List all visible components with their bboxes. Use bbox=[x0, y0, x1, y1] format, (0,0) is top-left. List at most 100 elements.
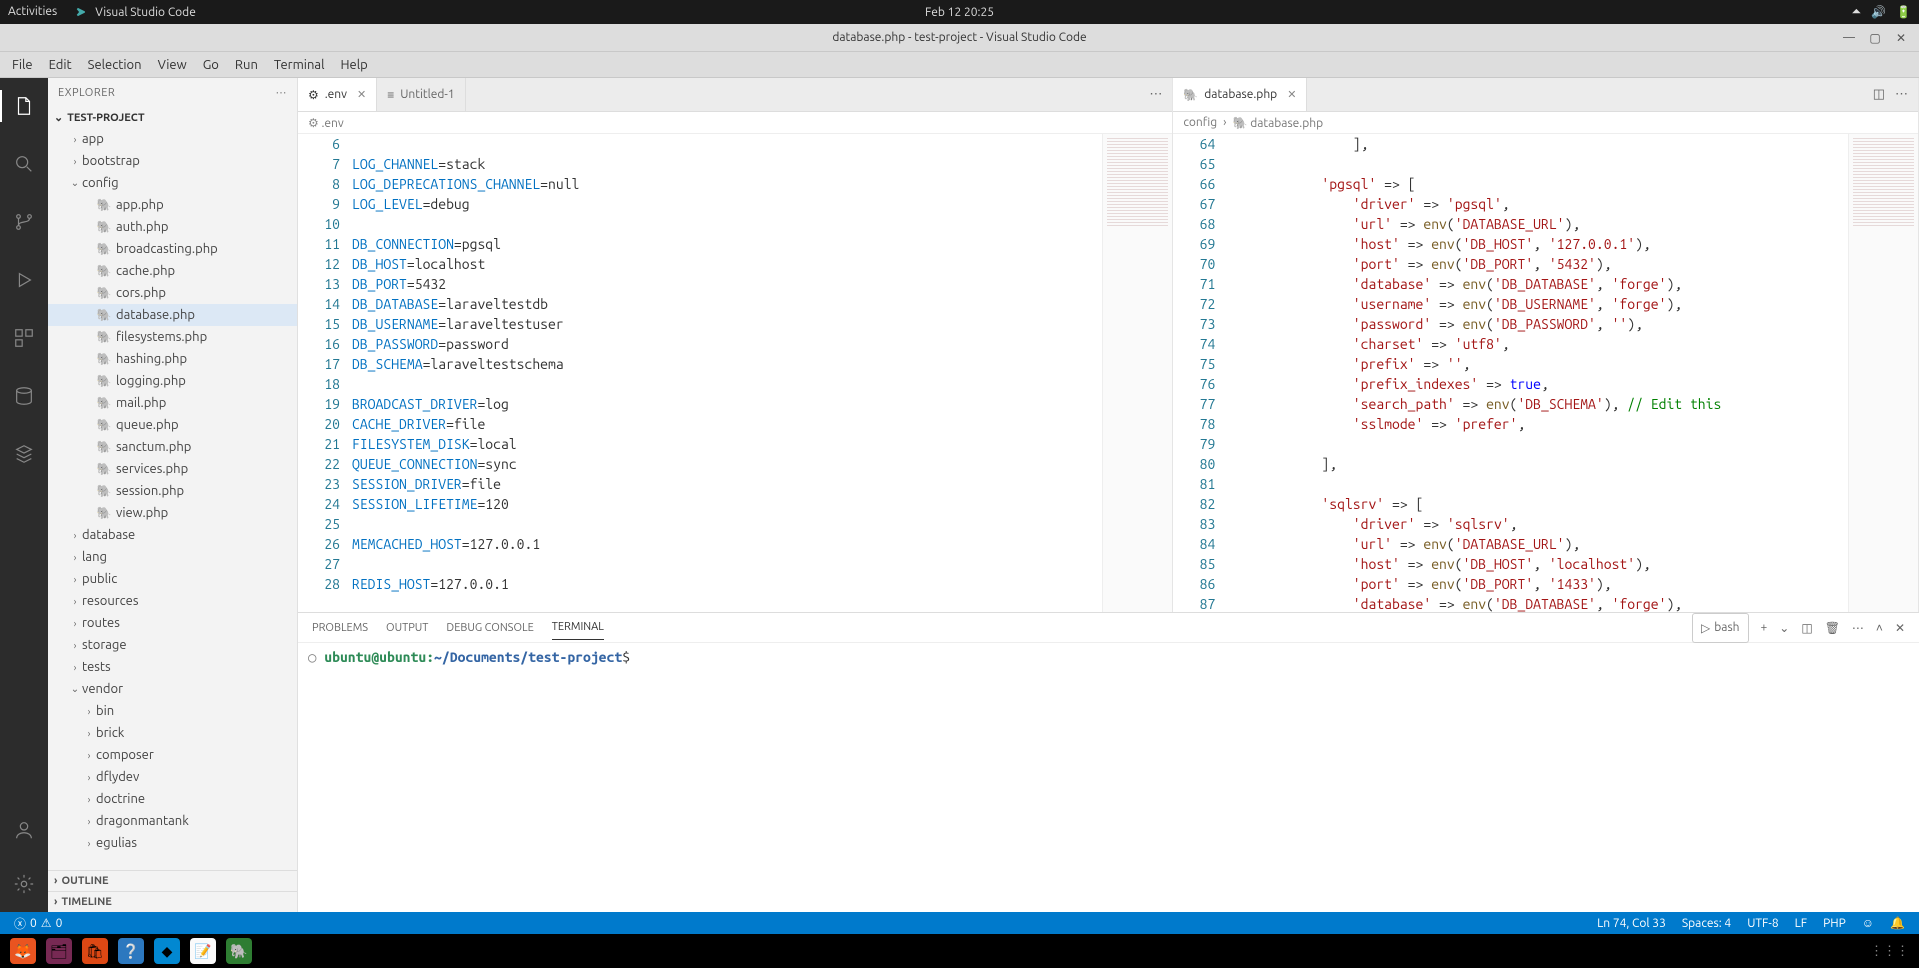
tab-close-icon[interactable]: ✕ bbox=[1287, 88, 1296, 101]
project-root[interactable]: ⌄ TEST-PROJECT bbox=[48, 107, 297, 128]
panel-tab-terminal[interactable]: TERMINAL bbox=[552, 615, 604, 640]
file-queue-php[interactable]: 🐘queue.php bbox=[48, 414, 297, 436]
taskbar-firefox[interactable]: 🦊 bbox=[10, 938, 36, 964]
activity-accounts[interactable] bbox=[0, 810, 48, 850]
folder-lang[interactable]: ›lang bbox=[48, 546, 297, 568]
activity-run-debug[interactable] bbox=[0, 260, 48, 300]
taskbar-files[interactable]: 🗂 bbox=[46, 938, 72, 964]
network-icon[interactable]: ⏶ bbox=[1851, 5, 1861, 19]
tab-untitled-1[interactable]: ≡Untitled-1 bbox=[377, 78, 465, 111]
file-database-php[interactable]: 🐘database.php bbox=[48, 304, 297, 326]
folder-database[interactable]: ›database bbox=[48, 524, 297, 546]
file-sanctum-php[interactable]: 🐘sanctum.php bbox=[48, 436, 297, 458]
menu-terminal[interactable]: Terminal bbox=[266, 54, 333, 76]
taskbar-text-editor[interactable]: 📝 bbox=[190, 938, 216, 964]
folder-app[interactable]: ›app bbox=[48, 128, 297, 150]
folder-bootstrap[interactable]: ›bootstrap bbox=[48, 150, 297, 172]
breadcrumb-item[interactable]: 🐘 database.php bbox=[1233, 116, 1324, 130]
breadcrumb-left[interactable]: ⚙ .env bbox=[298, 112, 1172, 134]
folder-tests[interactable]: ›tests bbox=[48, 656, 297, 678]
menu-file[interactable]: File bbox=[4, 54, 41, 76]
activity-explorer[interactable] bbox=[0, 86, 48, 126]
active-app-indicator[interactable]: Visual Studio Code bbox=[75, 5, 196, 19]
taskbar-help[interactable]: ❔ bbox=[118, 938, 144, 964]
folder-public[interactable]: ›public bbox=[48, 568, 297, 590]
code-lines-left[interactable]: LOG_CHANNEL=stackLOG_DEPRECATIONS_CHANNE… bbox=[352, 134, 1102, 612]
menu-run[interactable]: Run bbox=[227, 54, 266, 76]
status-eol[interactable]: LF bbox=[1787, 916, 1815, 930]
terminal-split-icon[interactable]: ◫ bbox=[1801, 615, 1812, 641]
panel-tab-debug-console[interactable]: DEBUG CONSOLE bbox=[446, 616, 533, 640]
folder-dragonmantank[interactable]: ›dragonmantank bbox=[48, 810, 297, 832]
volume-icon[interactable]: 🔊 bbox=[1871, 5, 1886, 19]
terminal-shell-selector[interactable]: ▷ bash bbox=[1692, 613, 1748, 643]
taskbar-store[interactable]: 🛍 bbox=[82, 938, 108, 964]
breadcrumb-right[interactable]: config›🐘 database.php bbox=[1173, 112, 1918, 134]
taskbar-apps-grid-icon[interactable]: ⋮⋮⋮ bbox=[1870, 944, 1909, 959]
menu-view[interactable]: View bbox=[150, 54, 195, 76]
file-broadcasting-php[interactable]: 🐘broadcasting.php bbox=[48, 238, 297, 260]
menu-help[interactable]: Help bbox=[332, 54, 375, 76]
breadcrumb-item[interactable]: ⚙ .env bbox=[308, 116, 344, 130]
code-editor-left[interactable]: 6789101112131415161718192021222324252627… bbox=[298, 134, 1172, 612]
file-session-php[interactable]: 🐘session.php bbox=[48, 480, 297, 502]
folder-dflydev[interactable]: ›dflydev bbox=[48, 766, 297, 788]
terminal[interactable]: ○ ubuntu@ubuntu:~/Documents/test-project… bbox=[298, 643, 1919, 912]
taskbar-pgadmin[interactable]: 🐘 bbox=[226, 938, 252, 964]
terminal-dropdown-icon[interactable]: ⌄ bbox=[1779, 615, 1789, 641]
terminal-kill-icon[interactable]: 🗑 bbox=[1825, 615, 1840, 641]
breadcrumb-item[interactable]: config bbox=[1183, 116, 1217, 129]
file-services-php[interactable]: 🐘services.php bbox=[48, 458, 297, 480]
file-tree[interactable]: ›app›bootstrap⌄config🐘app.php🐘auth.php🐘b… bbox=[48, 128, 297, 870]
activity-search[interactable] bbox=[0, 144, 48, 184]
folder-config[interactable]: ⌄config bbox=[48, 172, 297, 194]
file-logging-php[interactable]: 🐘logging.php bbox=[48, 370, 297, 392]
outline-section[interactable]: ›OUTLINE bbox=[48, 870, 297, 891]
window-maximize-button[interactable]: ▢ bbox=[1863, 29, 1887, 47]
panel-maximize-icon[interactable]: ˄ bbox=[1876, 615, 1883, 641]
status-errors[interactable]: ⓧ0⚠0 bbox=[6, 915, 70, 932]
sidebar-more-icon[interactable]: ⋯ bbox=[276, 86, 288, 99]
code-editor-right[interactable]: 6465666768697071727374757677787980818283… bbox=[1173, 134, 1918, 612]
status-language[interactable]: PHP bbox=[1815, 916, 1854, 930]
activities-button[interactable]: Activities bbox=[8, 5, 57, 19]
battery-icon[interactable]: 🔋 bbox=[1896, 5, 1911, 19]
timeline-section[interactable]: ›TIMELINE bbox=[48, 891, 297, 912]
file-view-php[interactable]: 🐘view.php bbox=[48, 502, 297, 524]
activity-source-control[interactable] bbox=[0, 202, 48, 242]
status-bell-icon[interactable]: 🔔 bbox=[1882, 916, 1913, 930]
folder-resources[interactable]: ›resources bbox=[48, 590, 297, 612]
code-lines-right[interactable]: ], 'pgsql' => [ 'driver' => 'pgsql', 'ur… bbox=[1227, 134, 1848, 612]
minimap-left[interactable] bbox=[1102, 134, 1172, 612]
os-clock[interactable]: Feb 12 20:25 bbox=[925, 6, 994, 19]
menu-selection[interactable]: Selection bbox=[80, 54, 150, 76]
taskbar-vscode[interactable]: ◆ bbox=[154, 938, 180, 964]
split-editor-icon[interactable]: ◫ bbox=[1873, 87, 1885, 102]
folder-brick[interactable]: ›brick bbox=[48, 722, 297, 744]
terminal-new-icon[interactable]: + bbox=[1761, 615, 1768, 640]
status-indent[interactable]: Spaces: 4 bbox=[1674, 916, 1739, 930]
file-filesystems-php[interactable]: 🐘filesystems.php bbox=[48, 326, 297, 348]
file-hashing-php[interactable]: 🐘hashing.php bbox=[48, 348, 297, 370]
status-feedback-icon[interactable]: ☺ bbox=[1854, 916, 1882, 930]
folder-storage[interactable]: ›storage bbox=[48, 634, 297, 656]
file-cache-php[interactable]: 🐘cache.php bbox=[48, 260, 297, 282]
folder-composer[interactable]: ›composer bbox=[48, 744, 297, 766]
status-encoding[interactable]: UTF-8 bbox=[1739, 916, 1786, 930]
tab-overflow-icon[interactable]: ⋯ bbox=[1149, 87, 1162, 102]
folder-bin[interactable]: ›bin bbox=[48, 700, 297, 722]
window-minimize-button[interactable]: — bbox=[1837, 29, 1861, 47]
activity-stack[interactable] bbox=[0, 434, 48, 474]
panel-close-icon[interactable]: ✕ bbox=[1895, 615, 1905, 641]
tab--env[interactable]: ⚙.env✕ bbox=[298, 78, 377, 111]
tab-database-php[interactable]: 🐘database.php✕ bbox=[1173, 78, 1307, 111]
tab-overflow-icon[interactable]: ⋯ bbox=[1895, 87, 1908, 102]
status-cursor[interactable]: Ln 74, Col 33 bbox=[1589, 916, 1674, 930]
menu-edit[interactable]: Edit bbox=[41, 54, 80, 76]
file-auth-php[interactable]: 🐘auth.php bbox=[48, 216, 297, 238]
panel-tab-output[interactable]: OUTPUT bbox=[386, 616, 428, 640]
activity-settings[interactable] bbox=[0, 864, 48, 904]
folder-egulias[interactable]: ›egulias bbox=[48, 832, 297, 854]
folder-routes[interactable]: ›routes bbox=[48, 612, 297, 634]
file-mail-php[interactable]: 🐘mail.php bbox=[48, 392, 297, 414]
